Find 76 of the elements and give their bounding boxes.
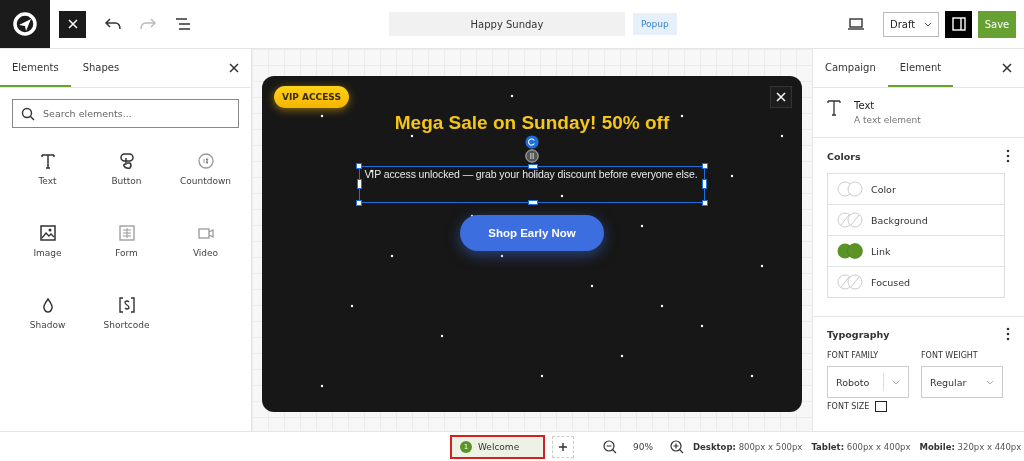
popup-body-text: VIP access unlocked — grab your holiday discount before everyone else. xyxy=(363,168,699,180)
color-option[interactable]: Color xyxy=(828,174,1004,204)
element-tile[interactable]: Button xyxy=(87,152,166,186)
countdown-element-icon xyxy=(196,152,215,170)
status-dropdown[interactable]: Draft xyxy=(883,11,939,37)
color-option[interactable]: Focused xyxy=(828,266,1004,297)
panel-tab[interactable]: Campaign xyxy=(813,49,888,87)
field-label: FONT FAMILY xyxy=(827,351,880,360)
sidebar-toggle-icon[interactable] xyxy=(945,10,972,38)
undo-icon[interactable] xyxy=(105,18,121,30)
type-badge: Popup xyxy=(633,13,677,35)
caret-icon xyxy=(924,21,932,27)
resize-handle[interactable] xyxy=(356,163,362,169)
panel-tab[interactable]: Elements xyxy=(0,49,71,87)
device-size: Tablet: 600px x 400px xyxy=(811,441,911,452)
zoom-level: 90% xyxy=(633,441,653,452)
app-logo[interactable] xyxy=(0,0,50,48)
button-element-icon xyxy=(117,152,136,170)
resize-handle[interactable] xyxy=(528,164,538,169)
element-tile[interactable]: Shortcode xyxy=(87,296,166,330)
font-family-dropdown[interactable]: Roboto xyxy=(827,366,909,398)
image-element-icon xyxy=(38,224,57,242)
device-size: Desktop: 800px x 500px xyxy=(693,441,803,452)
zoom-out-icon[interactable] xyxy=(603,439,617,454)
element-tile[interactable]: Image xyxy=(8,224,87,258)
panel-tab[interactable]: Shapes xyxy=(70,49,132,87)
field-label: FONT SIZE xyxy=(827,402,870,411)
search-icon xyxy=(21,107,35,121)
field-label: FONT WEIGHT xyxy=(921,351,979,360)
close-icon[interactable] xyxy=(770,86,792,108)
text-element-icon xyxy=(827,100,841,116)
drag-handle-icon[interactable] xyxy=(525,149,539,163)
panel-tab[interactable]: Element xyxy=(887,49,954,87)
section-title: Colors xyxy=(827,150,861,162)
search-field[interactable]: Search elements... xyxy=(12,99,239,128)
element-description: A text element xyxy=(854,115,921,125)
element-tile[interactable]: Text xyxy=(8,152,87,186)
unit-toggle-icon[interactable] xyxy=(875,401,888,412)
element-name: Text xyxy=(854,100,876,111)
rotate-handle-icon[interactable] xyxy=(525,135,539,149)
close-icon[interactable] xyxy=(59,10,86,38)
device-size: Mobile: 320px x 440px xyxy=(919,441,1022,452)
element-tile[interactable]: Video xyxy=(166,224,245,258)
color-swatch xyxy=(837,181,863,197)
vip-badge: VIP ACCESS xyxy=(274,86,349,108)
color-option[interactable]: Background xyxy=(828,204,1004,235)
resize-handle[interactable] xyxy=(702,200,708,206)
add-page-button[interactable] xyxy=(552,435,574,458)
selection-box[interactable]: VIP access unlocked — grab your holiday discount before everyone else. xyxy=(359,166,705,203)
plus-icon xyxy=(558,441,568,452)
color-swatch xyxy=(837,212,863,228)
shortcode-element-icon xyxy=(117,296,136,314)
form-element-icon xyxy=(117,224,136,242)
element-tile[interactable]: Shadow xyxy=(8,296,87,330)
more-icon[interactable] xyxy=(1006,327,1010,341)
list-icon[interactable] xyxy=(175,18,191,30)
color-swatch xyxy=(837,274,863,290)
resize-handle[interactable] xyxy=(356,200,362,206)
element-tile[interactable]: Form xyxy=(87,224,166,258)
more-icon[interactable] xyxy=(1006,149,1010,163)
resize-handle[interactable] xyxy=(702,163,708,169)
color-option[interactable]: Link xyxy=(828,235,1004,266)
resize-handle[interactable] xyxy=(528,200,538,205)
close-icon[interactable] xyxy=(229,63,239,73)
font-weight-dropdown[interactable]: Regular xyxy=(921,366,1003,398)
element-tile[interactable]: Countdown xyxy=(166,152,245,186)
close-icon[interactable] xyxy=(1002,63,1012,73)
laptop-icon[interactable] xyxy=(847,18,865,30)
text-element-icon xyxy=(38,152,57,170)
title-field[interactable]: Happy Sunday xyxy=(389,12,625,36)
caret-icon xyxy=(986,379,994,385)
zoom-in-icon[interactable] xyxy=(670,439,684,454)
popup-heading: Mega Sale on Sunday! 50% off xyxy=(394,112,670,134)
caret-icon xyxy=(892,379,900,385)
section-title: Typography xyxy=(827,328,890,340)
shop-button[interactable]: Shop Early Now xyxy=(460,215,604,251)
